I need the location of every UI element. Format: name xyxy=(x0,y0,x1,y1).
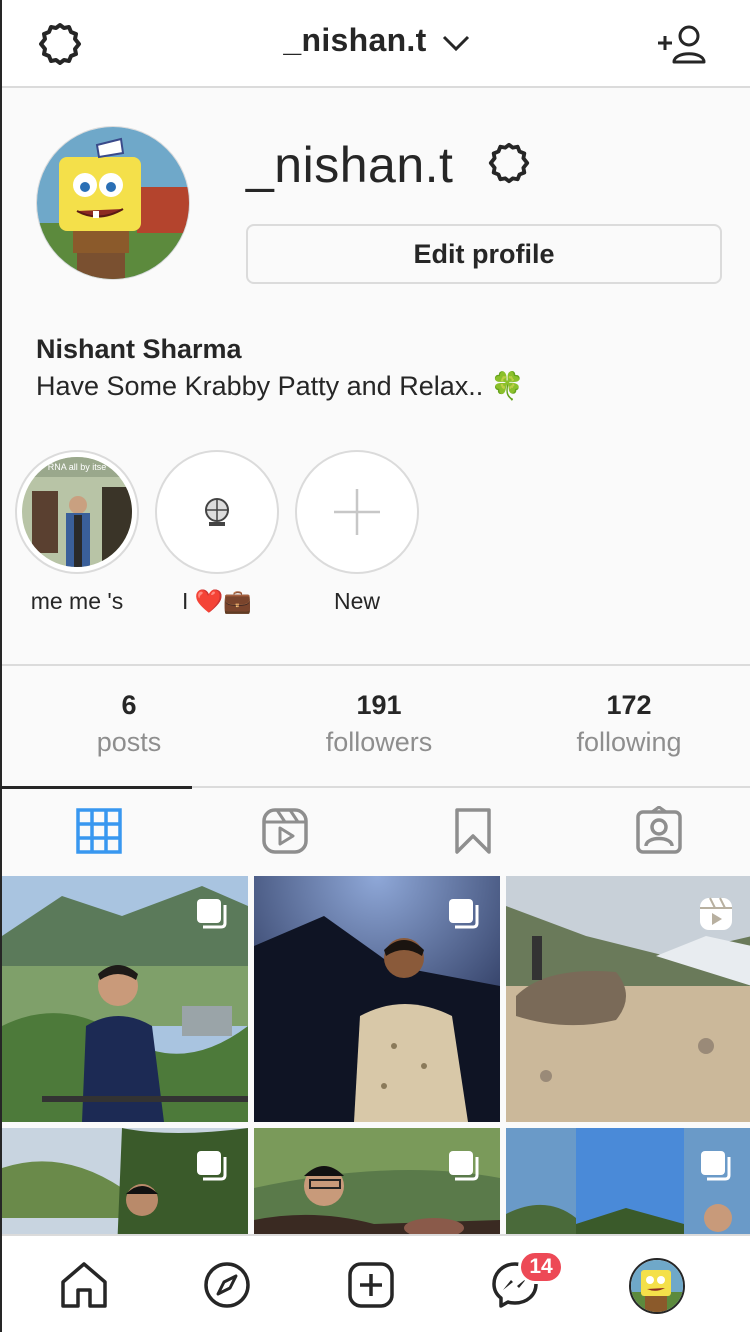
highlight-ring xyxy=(295,450,419,574)
divider xyxy=(2,664,750,666)
new-post-icon[interactable] xyxy=(346,1260,396,1310)
stat-followers[interactable]: 191 followers xyxy=(254,690,504,758)
highlight-cover-caption: RNA all by itse xyxy=(48,462,107,472)
bio-text: Have Some Krabby Patty and Relax.. 🍀 xyxy=(36,371,525,401)
highlight-new[interactable]: New xyxy=(295,450,419,615)
chevron-down-icon xyxy=(442,35,469,51)
tagged-icon[interactable] xyxy=(634,806,684,856)
stat-followers-label: followers xyxy=(325,727,433,757)
bottom-nav: 14 xyxy=(2,1234,750,1332)
profile-avatar[interactable] xyxy=(36,126,190,280)
highlight-ring xyxy=(155,450,279,574)
messages-badge: 14 xyxy=(518,1250,564,1284)
globe-sketch-icon xyxy=(205,498,229,526)
carousel-icon xyxy=(449,1151,479,1181)
explore-icon[interactable] xyxy=(202,1260,252,1310)
highlight-ring: RNA all by itse xyxy=(15,450,139,574)
stat-posts[interactable]: 6 posts xyxy=(4,690,254,758)
post-thumbnail[interactable] xyxy=(506,876,750,1122)
highlight-label: I ❤️💼 xyxy=(181,588,253,614)
app-window: _nishan.t _nishan.t Edit profile Nishant… xyxy=(0,0,750,1332)
grid-icon[interactable] xyxy=(74,806,124,856)
carousel-icon xyxy=(449,899,479,929)
stat-following[interactable]: 172 following xyxy=(504,690,750,758)
highlight-cover xyxy=(162,457,272,567)
stat-following-value: 172 xyxy=(606,690,652,720)
add-user-icon[interactable] xyxy=(656,22,708,66)
carousel-icon xyxy=(701,1151,731,1181)
profile-avatar[interactable] xyxy=(629,1258,685,1314)
header-username: _nishan.t xyxy=(283,22,427,58)
profile-gear-icon[interactable] xyxy=(486,140,532,186)
stat-posts-label: posts xyxy=(96,727,162,757)
bookmark-icon[interactable] xyxy=(448,806,498,856)
stat-posts-value: 6 xyxy=(121,690,137,720)
plus-icon xyxy=(334,489,380,535)
highlight-travel[interactable]: I ❤️💼 xyxy=(155,450,279,615)
full-name: Nishant Sharma xyxy=(36,334,242,364)
post-thumbnail[interactable] xyxy=(254,876,500,1122)
post-thumbnail[interactable] xyxy=(2,876,248,1122)
highlight-label: New xyxy=(333,588,380,614)
reel-icon xyxy=(700,897,732,930)
profile-username: _nishan.t xyxy=(246,137,454,193)
stat-followers-value: 191 xyxy=(356,690,402,720)
username-switcher[interactable]: _nishan.t xyxy=(2,22,750,59)
reels-icon[interactable] xyxy=(260,806,310,856)
highlight-label: me me 's xyxy=(30,588,124,614)
carousel-icon xyxy=(197,899,227,929)
edit-profile-button[interactable]: Edit profile xyxy=(246,224,722,284)
active-stat-indicator xyxy=(2,786,192,789)
top-bar: _nishan.t xyxy=(2,0,750,88)
highlight-me-me[interactable]: RNA all by itse me me 's xyxy=(15,450,139,615)
carousel-icon xyxy=(197,1151,227,1181)
highlight-cover: RNA all by itse xyxy=(22,457,132,567)
stat-following-label: following xyxy=(576,727,682,757)
home-icon[interactable] xyxy=(59,1260,109,1310)
